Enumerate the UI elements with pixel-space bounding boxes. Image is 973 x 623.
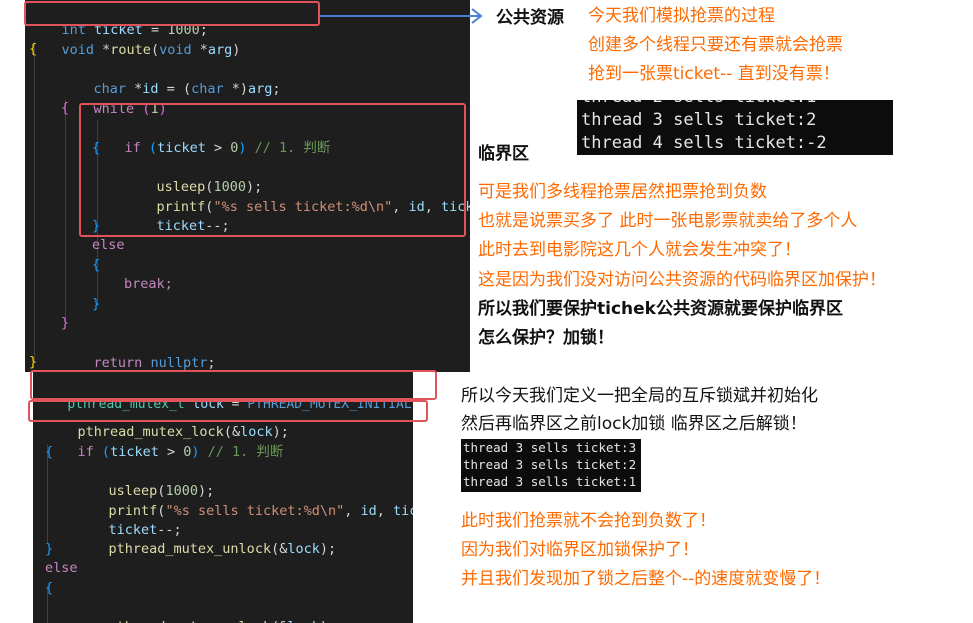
code-line-ticket-decrement: ticket--;	[108, 522, 182, 538]
lock-explain-text-2: 然后再临界区之前lock加锁 临界区之后解锁！	[461, 414, 807, 434]
result-text-2: 因为我们对临界区加锁保护了！	[461, 540, 699, 560]
code-line-if: if (ticket > 0) // 1. 判断	[77, 444, 284, 460]
code-line-while: while (1)	[93, 101, 167, 117]
terminal-line: thread 2 sells ticket:1	[581, 100, 816, 108]
terminal-line: thread 4 sells ticket:-2	[581, 133, 827, 153]
code-line-brace: {	[61, 100, 70, 116]
code-line-brace: {	[45, 444, 54, 460]
terminal-line: thread 3 sells ticket:3	[463, 440, 637, 455]
code-line-break: break;	[124, 276, 173, 292]
code-line-char-id: char *id = (char *)arg;	[93, 81, 281, 97]
public-resource-highlight	[24, 1, 320, 26]
code-line-else: else	[45, 560, 78, 576]
terminal-line: thread 3 sells ticket:1	[463, 474, 637, 489]
solution-text-2: 怎么保护？加锁！	[478, 328, 614, 348]
terminal-output-negative: thread 2 sells ticket:1 thread 3 sells t…	[577, 100, 893, 155]
code-line-usleep: usleep(1000);	[108, 483, 215, 499]
critical-section-label: 临界区	[478, 144, 529, 164]
problem-text-2: 也就是说票买多了 此时一张电影票就卖给了多个人	[478, 211, 858, 231]
code-line-return: return nullptr;	[93, 355, 216, 371]
code-line-brace: }	[29, 354, 38, 370]
problem-text-4: 这是因为我们没对访问公共资源的代码临界区加保护！	[478, 270, 886, 290]
lock-explain-text-1: 所以今天我们定义一把全局的互斥锁斌并初始化	[461, 386, 818, 406]
terminal-line: thread 3 sells ticket:2	[581, 110, 817, 130]
code-line-brace: {	[92, 257, 101, 273]
code-line-brace: {	[29, 41, 38, 57]
code-line-printf: printf("%s sells ticket:%d\n", id, ticke…	[108, 503, 413, 519]
result-text-1: 此时我们抢票就不会抢到负数了！	[461, 511, 716, 531]
terminal-line: thread 3 sells ticket:2	[463, 457, 637, 472]
code-line-brace: {	[45, 580, 54, 596]
intro-text-2: 创建多个线程只要还有票就会抢票	[588, 35, 843, 55]
code-line-brace: }	[45, 541, 54, 557]
code-line-else: else	[92, 237, 125, 253]
code-line-brace: }	[61, 315, 70, 331]
solution-text-1: 所以我们要保护tichek公共资源就要保护临界区	[478, 299, 843, 319]
result-text-3: 并且我们发现加了锁之后整个--的速度就变慢了！	[461, 569, 831, 589]
mutex-lock-highlight	[28, 400, 428, 422]
arrow-icon	[320, 8, 483, 24]
public-resource-label: 公共资源	[496, 8, 564, 28]
critical-section-highlight	[79, 103, 466, 237]
problem-text-3: 此时去到电影院这几个人就会发生冲突了！	[478, 240, 801, 260]
code-line-mutex-unlock-else: pthread_mutex_unlock(&lock);	[76, 597, 337, 623]
intro-text-3: 抢到一张票ticket-- 直到没有票！	[588, 64, 840, 84]
code-line-mutex-unlock: pthread_mutex_unlock(&lock);	[108, 541, 337, 557]
intro-text-1: 今天我们模拟抢票的过程	[588, 6, 775, 26]
mutex-decl-highlight	[30, 370, 437, 400]
terminal-output-locked: thread 3 sells ticket:3 thread 3 sells t…	[461, 439, 641, 492]
code-line-brace: }	[92, 296, 101, 312]
problem-text-1: 可是我们多线程抢票居然把票抢到负数	[478, 182, 767, 202]
